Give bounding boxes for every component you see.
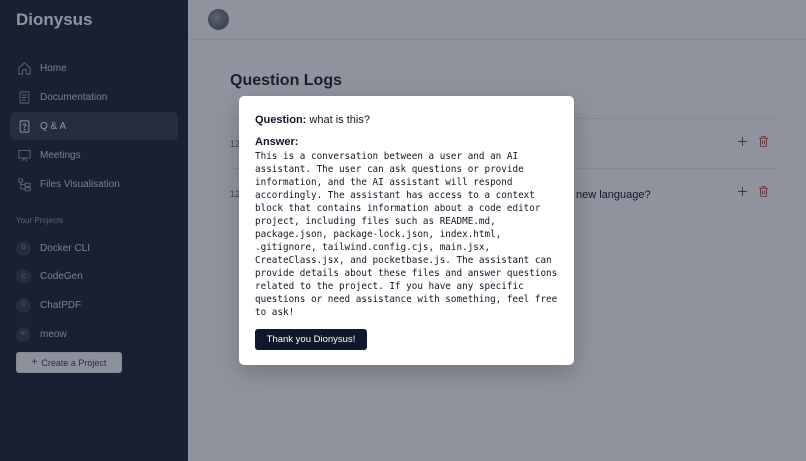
dialog-question: Question: what is this?: [255, 114, 370, 126]
answer-dialog: Question: what is this? Answer: This is …: [239, 96, 574, 365]
question-text: what is this?: [309, 114, 370, 126]
answer-label: Answer:: [255, 136, 299, 148]
question-label: Question:: [255, 114, 307, 126]
answer-text: This is a conversation between a user an…: [255, 151, 558, 318]
thank-you-button[interactable]: Thank you Dionysus!: [255, 329, 367, 350]
